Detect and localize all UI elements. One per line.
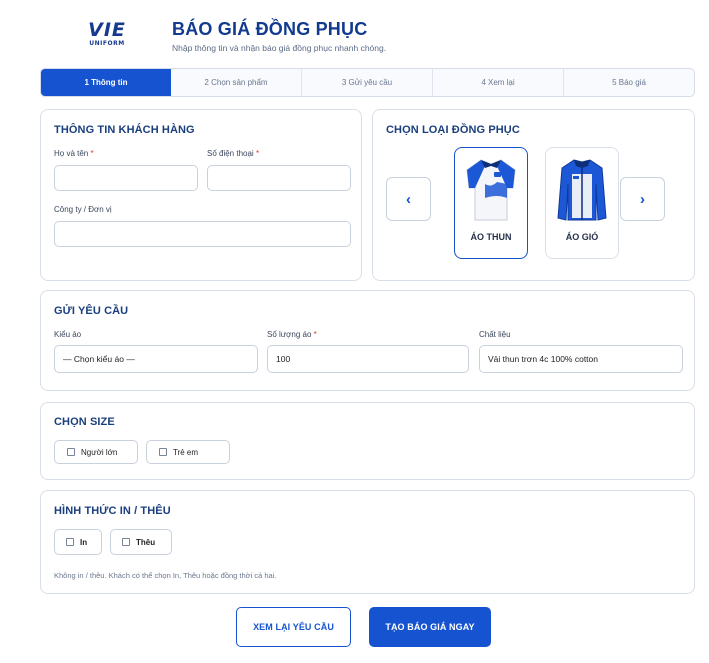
step-quote[interactable]: 5 Báo giá <box>564 69 694 96</box>
step-send-request[interactable]: 3 Gửi yêu cầu <box>302 69 433 96</box>
logo-text: VIE <box>88 19 126 41</box>
name-input[interactable] <box>54 165 198 191</box>
checkbox[interactable] <box>159 448 167 456</box>
shirt-type-select[interactable]: — Chọn kiểu áo — <box>54 345 258 373</box>
size-title: CHỌN SIZE <box>54 416 115 428</box>
windbreaker-jacket-icon <box>557 159 607 221</box>
size-child-label: Trẻ em <box>173 447 199 457</box>
product-type-card: CHỌN LOẠI ĐỒNG PHỤC ‹ ÁO THUN ÁO GIÓ › <box>372 109 695 281</box>
create-quote-button[interactable]: TẠO BÁO GIÁ NGAY <box>369 607 491 647</box>
polo-shirt-icon <box>466 159 516 221</box>
name-label-text: Họ và tên <box>54 149 89 158</box>
brand-logo[interactable]: VIE UNIFORM <box>82 20 132 54</box>
product-type-title: CHỌN LOẠI ĐỒNG PHỤC <box>386 124 520 136</box>
product-name: ÁO THUN <box>470 232 512 242</box>
required-mark: * <box>255 149 260 158</box>
print-method-card: HÌNH THỨC IN / THÊU In Thêu Không in / t… <box>40 490 695 594</box>
material-input[interactable]: Vải thun trơn 4c 100% cotton <box>479 345 683 373</box>
quantity-input[interactable]: 100 <box>267 345 469 373</box>
progress-stepper: 1 Thông tin 2 Chọn sản phẩm 3 Gửi yêu cầ… <box>40 68 695 97</box>
phone-label-text: Số điện thoại <box>207 149 254 158</box>
company-input[interactable] <box>54 221 351 247</box>
product-card-ao-thun[interactable]: ÁO THUN <box>454 147 528 259</box>
page-title: BÁO GIÁ ĐỒNG PHỤC <box>172 19 368 39</box>
required-mark: * <box>313 330 317 339</box>
chevron-left-icon: ‹ <box>406 190 411 208</box>
quantity-label-text: Số lượng áo <box>267 330 312 339</box>
print-option-theu[interactable]: Thêu <box>110 529 172 555</box>
name-label: Họ và tên * <box>54 149 94 158</box>
size-card: CHỌN SIZE Người lớn Trẻ em <box>40 402 695 480</box>
print-in-label: In <box>80 537 88 547</box>
phone-input[interactable] <box>207 165 351 191</box>
page-subtitle: Nhập thông tin và nhận báo giá đồng phục… <box>172 43 387 53</box>
checkbox[interactable] <box>67 448 75 456</box>
carousel-prev-button[interactable]: ‹ <box>386 177 431 221</box>
checkbox[interactable] <box>122 538 130 546</box>
request-title: GỬI YÊU CẦU <box>54 305 129 317</box>
company-label: Công ty / Đơn vị <box>54 205 112 214</box>
logo-subtext: UNIFORM <box>89 40 125 47</box>
size-adult-option[interactable]: Người lớn <box>54 440 138 464</box>
print-method-title: HÌNH THỨC IN / THÊU <box>54 505 171 517</box>
print-option-in[interactable]: In <box>54 529 102 555</box>
quantity-label: Số lượng áo * <box>267 330 317 339</box>
chevron-right-icon: › <box>640 190 645 208</box>
step-info[interactable]: 1 Thông tin <box>41 69 171 96</box>
shirt-type-label: Kiểu áo <box>54 330 82 339</box>
product-name: ÁO GIÓ <box>565 232 599 242</box>
request-card: GỬI YÊU CẦU Kiểu áo — Chọn kiểu áo — Số … <box>40 290 695 391</box>
step-choose-product[interactable]: 2 Chọn sản phẩm <box>171 69 302 96</box>
checkbox[interactable] <box>66 538 74 546</box>
page-header: VIE UNIFORM BÁO GIÁ ĐỒNG PHỤC Nhập thông… <box>0 0 709 66</box>
product-card-ao-gio[interactable]: ÁO GIÓ <box>545 147 619 259</box>
size-adult-label: Người lớn <box>81 447 118 457</box>
review-request-button[interactable]: XEM LẠI YÊU CẦU <box>236 607 351 647</box>
customer-info-card: THÔNG TIN KHÁCH HÀNG Họ và tên * Số điện… <box>40 109 362 281</box>
print-theu-label: Thêu <box>136 537 156 547</box>
carousel-next-button[interactable]: › <box>620 177 665 221</box>
size-child-option[interactable]: Trẻ em <box>146 440 230 464</box>
phone-label: Số điện thoại * <box>207 149 259 158</box>
material-label: Chất liệu <box>479 330 511 339</box>
step-review[interactable]: 4 Xem lại <box>433 69 564 96</box>
customer-info-title: THÔNG TIN KHÁCH HÀNG <box>54 124 195 136</box>
required-mark: * <box>90 149 94 158</box>
print-note: Không in / thêu. Khách có thể chọn In, T… <box>54 571 277 580</box>
